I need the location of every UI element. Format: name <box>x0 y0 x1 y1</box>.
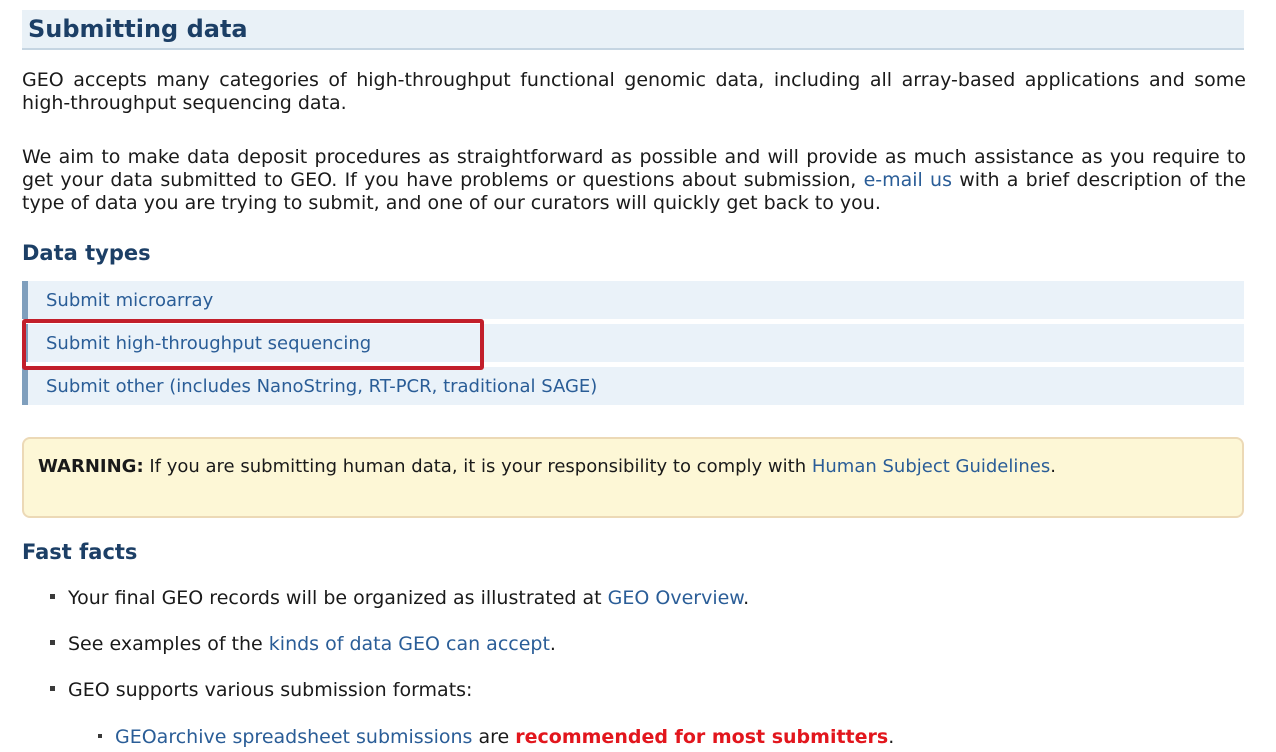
fact-item: Your final GEO records will be organized… <box>50 587 749 609</box>
geoarchive-link[interactable]: GEOarchive spreadsheet submissions <box>115 726 472 748</box>
bullet-icon <box>50 686 55 691</box>
submit-sequencing-item[interactable]: Submit high-throughput sequencing <box>22 324 1244 362</box>
warning-text: WARNING: If you are submitting human dat… <box>38 456 1218 478</box>
fact-text: Your final GEO records will be organized… <box>68 587 608 609</box>
fact-item: GEO supports various submission formats: <box>50 679 472 701</box>
sub-fact-item: GEOarchive spreadsheet submissions are r… <box>98 726 894 748</box>
bullet-icon <box>50 640 55 645</box>
assistance-paragraph: We aim to make data deposit procedures a… <box>22 146 1246 215</box>
section-header: Submitting data <box>22 10 1244 50</box>
warning-body: If you are submitting human data, it is … <box>143 456 812 477</box>
recommended-emphasis: recommended for most submitters <box>515 726 889 748</box>
fast-facts-heading: Fast facts <box>22 540 138 564</box>
human-subject-guidelines-link[interactable]: Human Subject Guidelines <box>812 456 1050 477</box>
submit-other-item[interactable]: Submit other (includes NanoString, RT-PC… <box>22 367 1244 405</box>
warning-box: WARNING: If you are submitting human dat… <box>22 437 1244 518</box>
kinds-of-data-link[interactable]: kinds of data GEO can accept <box>269 633 550 655</box>
intro-paragraph: GEO accepts many categories of high-thro… <box>22 69 1246 114</box>
page-title: Submitting data <box>28 15 248 43</box>
bullet-icon <box>50 594 55 599</box>
geo-overview-link[interactable]: GEO Overview <box>608 587 743 609</box>
data-types-heading: Data types <box>22 241 151 265</box>
fact-text: are <box>472 726 516 748</box>
submit-sequencing-link[interactable]: Submit high-throughput sequencing <box>46 333 371 354</box>
warning-end: . <box>1050 456 1056 477</box>
fact-end: . <box>743 587 750 609</box>
fact-end: . <box>549 633 556 655</box>
warning-label: WARNING: <box>38 456 144 477</box>
fact-end: . <box>888 726 895 748</box>
submit-microarray-item[interactable]: Submit microarray <box>22 281 1244 319</box>
bullet-icon <box>98 733 102 738</box>
fact-item: See examples of the kinds of data GEO ca… <box>50 633 556 655</box>
submit-other-link[interactable]: Submit other (includes NanoString, RT-PC… <box>46 376 597 397</box>
page: Submitting data GEO accepts many categor… <box>0 0 1276 752</box>
submit-microarray-link[interactable]: Submit microarray <box>46 290 213 311</box>
fact-text: See examples of the <box>68 633 269 655</box>
email-us-link[interactable]: e-mail us <box>864 169 952 191</box>
fact-text: GEO supports various submission formats: <box>68 679 473 701</box>
